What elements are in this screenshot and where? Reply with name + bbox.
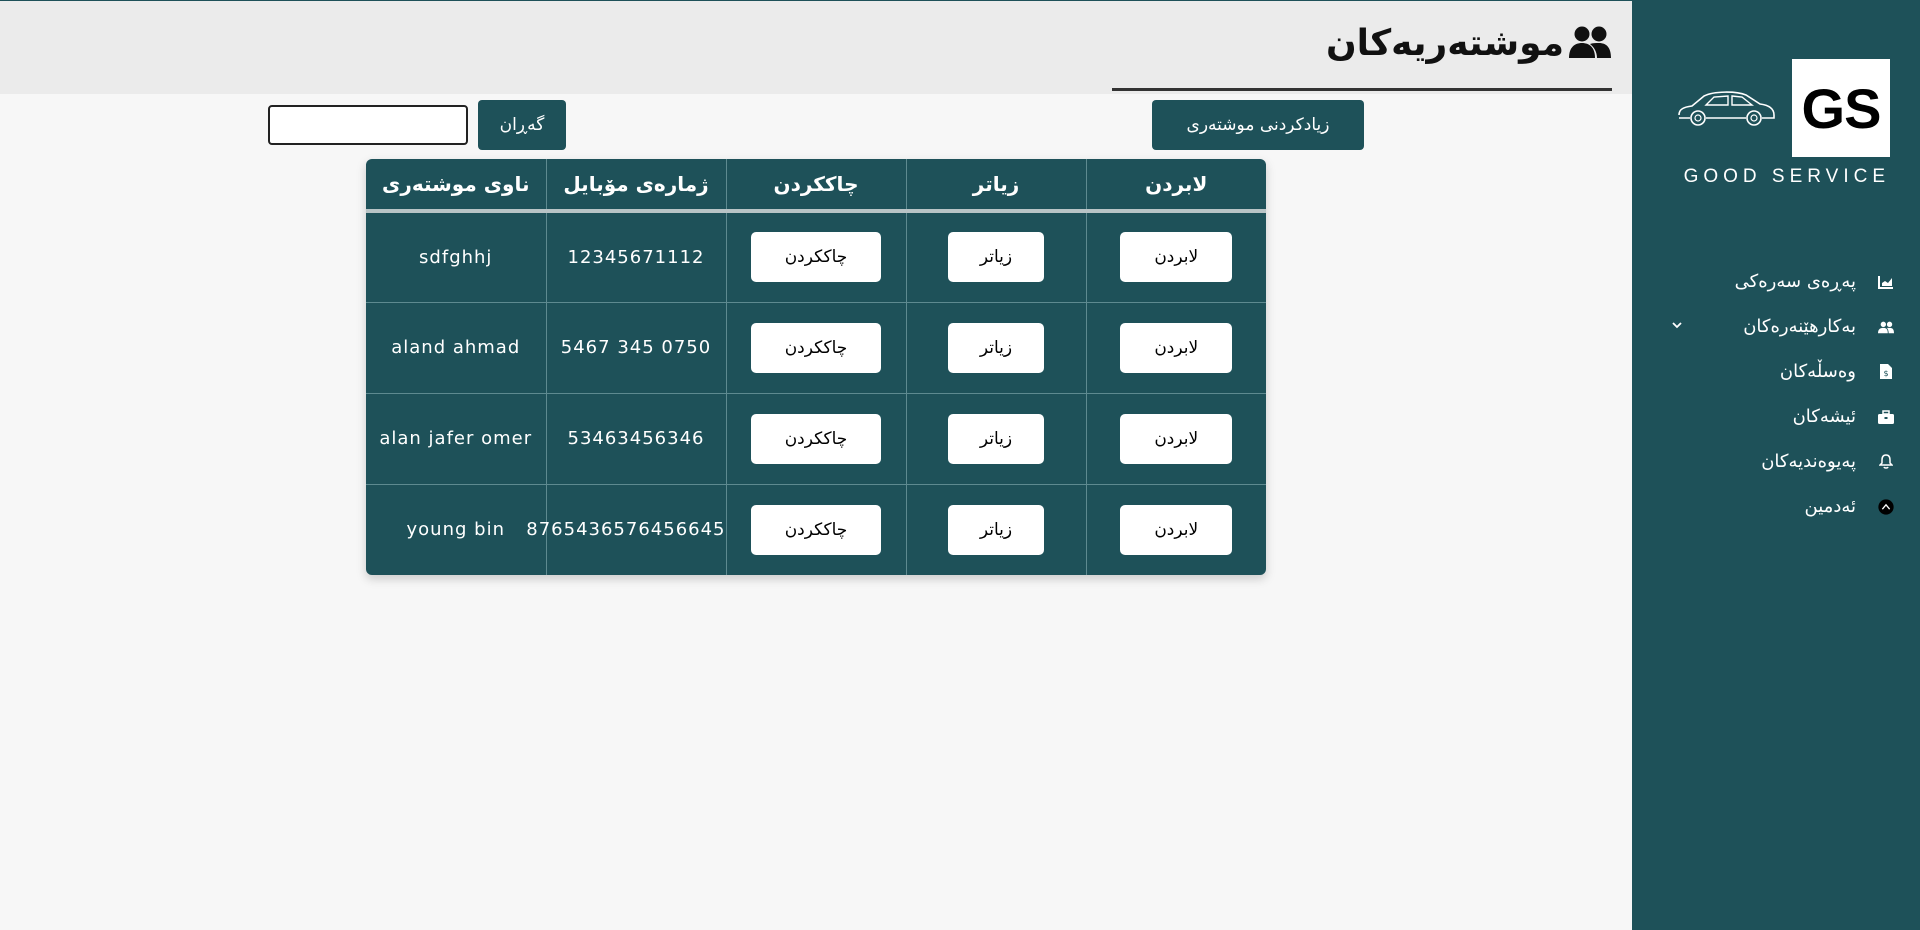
svg-text:$: $ [1883,369,1888,378]
cell-more: زیاتر [905,483,1086,575]
sidebar-item-receipts[interactable]: $ وەسڵەکان [1632,349,1920,394]
brand-logo[interactable]: GS [1676,59,1890,159]
sidebar-item-contacts[interactable]: پەیوەندیەکان [1632,439,1920,484]
page-header: موشتەریەکان [0,1,1632,94]
edit-button[interactable]: چاککردن [751,232,881,283]
title-underline [1112,88,1612,91]
cell-more: زیاتر [905,210,1086,302]
sidebar-item-label: ئیشەکان [1792,406,1856,427]
cell-phone: 876543657645664‭5 [526,483,726,575]
cell-name: young bin [366,483,546,575]
page-title-group: موشتەریەکان [1326,23,1612,64]
delete-button[interactable]: لابردن [1120,232,1233,283]
file-dollar-icon: $ [1878,364,1894,380]
cell-delete: لابردن [1085,210,1266,302]
cell-phone: 53463456346 [545,392,726,484]
cell-more: زیاتر [905,301,1086,393]
chevron-down-icon[interactable] [1670,318,1684,332]
sidebar-item-label: ئەدمین [1804,496,1856,517]
sidebar-nav: پەڕەی سەرەکی بەکارهێنەرەکان $ وەسڵەکان ئ… [1632,259,1920,529]
more-button[interactable]: زیاتر [948,232,1044,283]
table-row: لابردن زیاتر چاککردن 12345671112 sdfghhj [366,210,1266,302]
delete-button[interactable]: لابردن [1120,322,1233,373]
sidebar-item-label: پەڕەی سەرەکی [1734,271,1856,292]
more-button[interactable]: زیاتر [948,413,1044,464]
column-header-more: زیاتر [905,159,1086,213]
cell-more: زیاتر [905,392,1086,484]
admin-circle-icon [1878,498,1894,515]
cell-name: aland ahmad [366,301,546,393]
sidebar-item-label: وەسڵەکان [1779,361,1856,382]
table-row: لابردن زیاتر چاککردن 876543657645664‭5 y… [366,483,1266,575]
cell-name: sdfghhj [366,210,546,302]
more-button[interactable]: زیاتر [948,504,1044,555]
cell-edit: چاککردن [725,392,906,484]
gs-logo: GS [1792,59,1890,157]
customers-table: لابردن زیاتر چاککردن ژمارەی مۆبایل ناوی … [366,159,1266,575]
users-icon [1878,319,1894,335]
edit-button[interactable]: چاککردن [751,504,881,555]
car-icon [1678,91,1775,126]
sidebar-item-home[interactable]: پەڕەی سەرەکی [1632,259,1920,304]
chart-icon [1878,274,1894,290]
edit-button[interactable]: چاککردن [751,322,881,373]
more-button[interactable]: زیاتر [948,322,1044,373]
cell-phone: 0750 345 5467 [545,301,726,393]
column-header-edit: چاککردن [725,159,906,213]
edit-button[interactable]: چاککردن [751,413,881,464]
sidebar-item-jobs[interactable]: ئیشەکان [1632,394,1920,439]
sidebar-item-label: پەیوەندیەکان [1761,451,1856,472]
cell-name: alan jafer omer [366,392,546,484]
column-header-name: ناوی موشتەری [366,159,546,213]
search-button[interactable]: گەڕان [478,100,566,150]
sidebar-item-admin[interactable]: ئەدمین [1632,484,1920,529]
page-title: موشتەریەکان [1325,23,1564,64]
cell-phone: 12345671112 [545,210,726,302]
table-row: لابردن زیاتر چاککردن 53463456346 alan ja… [366,392,1266,484]
column-header-phone: ژمارەی مۆبایل [545,159,726,213]
sidebar: GS GOOD SERVICE پەڕەی سەرەکی بەکارهێنەرە… [1632,1,1920,930]
cell-delete: لابردن [1085,301,1266,393]
column-header-delete: لابردن [1085,159,1266,213]
brand-name: GOOD SERVICE [1683,166,1890,187]
cell-edit: چاککردن [725,483,906,575]
cell-edit: چاککردن [725,210,906,302]
sidebar-item-users[interactable]: بەکارهێنەرەکان [1632,304,1920,349]
delete-button[interactable]: لابردن [1120,504,1233,555]
search-input[interactable] [268,105,468,145]
users-icon [1568,25,1612,63]
delete-button[interactable]: لابردن [1120,413,1233,464]
cell-delete: لابردن [1085,483,1266,575]
add-customer-button[interactable]: زیادکردنی موشتەری [1152,100,1364,150]
table-row: لابردن زیاتر چاککردن 0750 345 5467 aland… [366,301,1266,393]
cell-edit: چاککردن [725,301,906,393]
sidebar-item-label: بەکارهێنەرەکان [1743,316,1856,337]
bell-icon [1878,454,1894,470]
table-header-row: لابردن زیاتر چاککردن ژمارەی مۆبایل ناوی … [366,159,1266,213]
cell-delete: لابردن [1085,392,1266,484]
toolbox-icon [1878,409,1894,425]
